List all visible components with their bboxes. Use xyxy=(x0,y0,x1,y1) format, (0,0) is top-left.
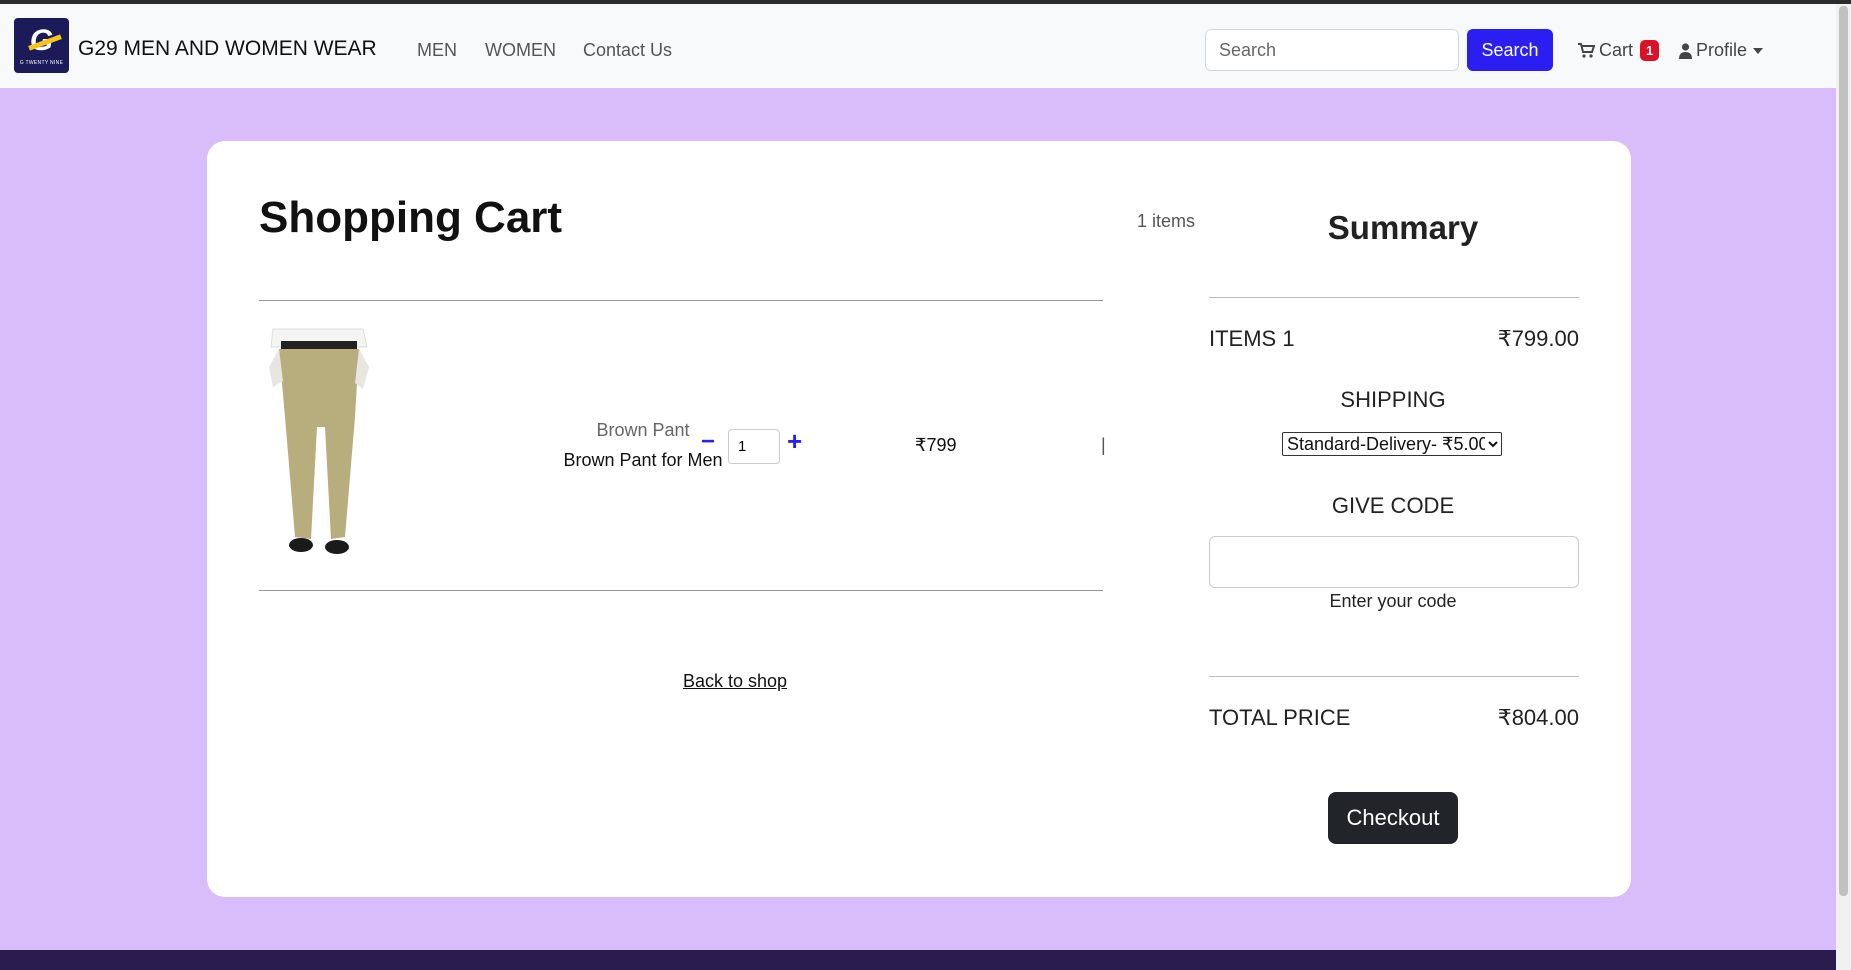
shopping-cart-icon xyxy=(1578,43,1595,58)
shipping-select[interactable]: Standard-Delivery- ₹5.00 xyxy=(1282,432,1502,456)
items-count: 1 items xyxy=(1136,211,1195,231)
checkout-button[interactable]: Checkout xyxy=(1328,792,1458,844)
divider xyxy=(259,590,1103,591)
product-category: Brown Pant xyxy=(596,420,690,440)
divider xyxy=(1209,297,1579,298)
search-input[interactable] xyxy=(1205,29,1459,71)
code-help-text: Enter your code xyxy=(1329,591,1457,611)
promo-code-input[interactable] xyxy=(1209,536,1579,588)
user-icon xyxy=(1679,42,1692,59)
nav-link-women[interactable]: WOMEN xyxy=(485,40,556,61)
scrollbar-thumb[interactable] xyxy=(1839,6,1848,896)
brand-name[interactable]: G29 MEN AND WOMEN WEAR xyxy=(78,37,377,61)
footer xyxy=(0,950,1836,970)
product-name: Brown Pant for Men xyxy=(563,450,723,470)
nav-link-men[interactable]: MEN xyxy=(417,40,457,61)
profile-dropdown[interactable]: Profile xyxy=(1679,40,1764,61)
increase-quantity-button[interactable]: + xyxy=(787,426,802,457)
items-subtotal: ₹799.00 xyxy=(1497,326,1579,351)
product-image[interactable] xyxy=(259,327,379,565)
nav-link-contact[interactable]: Contact Us xyxy=(583,40,672,61)
chevron-down-icon xyxy=(1753,47,1764,54)
scrollbar[interactable] xyxy=(1836,4,1851,970)
profile-label: Profile xyxy=(1696,40,1748,60)
logo-glyph: G xyxy=(27,25,62,56)
product-price: ₹799 xyxy=(915,435,957,455)
divider xyxy=(1209,676,1579,677)
cart-label: Cart xyxy=(1599,40,1634,60)
divider xyxy=(259,300,1103,301)
navbar: G G TWENTY NINE G29 MEN AND WOMEN WEAR M… xyxy=(0,4,1836,88)
search-button[interactable]: Search xyxy=(1467,29,1553,71)
logo-tagline: G TWENTY NINE xyxy=(19,59,64,66)
decrease-quantity-button[interactable]: − xyxy=(701,428,715,456)
cart-card: Shopping Cart 1 items Brown Pant Brown P… xyxy=(207,141,1631,897)
total-label: TOTAL PRICE xyxy=(1209,705,1351,730)
page-title: Shopping Cart xyxy=(259,193,563,242)
cart-count-badge: 1 xyxy=(1640,40,1660,61)
brand-logo[interactable]: G G TWENTY NINE xyxy=(14,18,69,73)
cart-link[interactable]: Cart 1 xyxy=(1578,40,1660,61)
quantity-input[interactable] xyxy=(728,429,780,464)
total-price: ₹804.00 xyxy=(1497,705,1579,730)
items-label: ITEMS 1 xyxy=(1209,326,1295,351)
shipping-label: SHIPPING xyxy=(1340,387,1446,412)
summary-title: Summary xyxy=(1327,209,1479,246)
remove-item-button[interactable]: | xyxy=(1101,435,1106,456)
code-label: GIVE CODE xyxy=(1331,493,1455,518)
back-to-shop-link[interactable]: Back to shop xyxy=(635,671,835,692)
